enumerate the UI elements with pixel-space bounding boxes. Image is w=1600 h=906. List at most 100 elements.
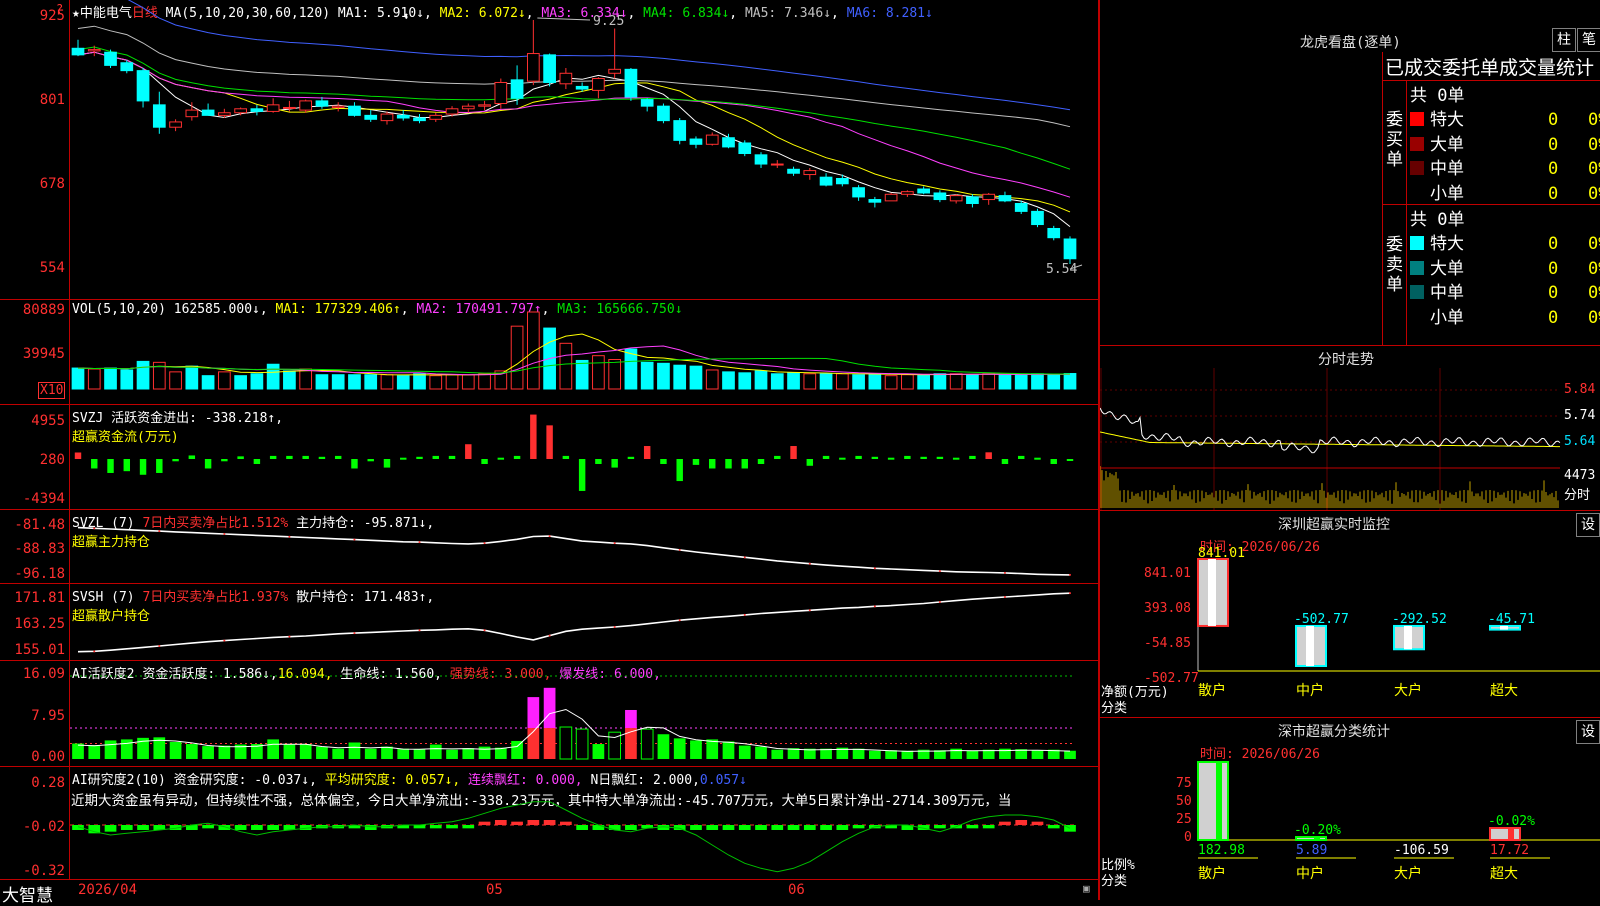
volume-chart[interactable] bbox=[70, 300, 1098, 404]
fund-flow-bar bbox=[595, 459, 602, 464]
fund-flow-bar bbox=[676, 459, 683, 482]
ai-research-tick: -0.02 bbox=[22, 819, 65, 835]
holding-point bbox=[223, 639, 226, 642]
order-stats-tabs[interactable]: 已成交委托单成交量统计 bbox=[1385, 53, 1594, 80]
stats-bar-stripe bbox=[1216, 762, 1222, 840]
volume-bar bbox=[71, 367, 85, 390]
research-bar bbox=[543, 820, 556, 825]
monitor-value: -292.52 bbox=[1392, 612, 1447, 627]
order-color-swatch bbox=[1410, 136, 1424, 151]
price-pane[interactable]: 925 801 678 554 ? ★中能电气日线 MA(5,10,20,30,… bbox=[0, 0, 1098, 300]
ai-active-tick: 7.95 bbox=[31, 708, 65, 724]
research-bar bbox=[999, 821, 1011, 825]
active-bar bbox=[706, 739, 719, 759]
fund-flow-bar bbox=[562, 455, 570, 460]
research-bar bbox=[755, 825, 767, 830]
candle-down bbox=[348, 105, 361, 116]
active-bar bbox=[966, 750, 979, 759]
question-icon[interactable]: ? bbox=[56, 2, 63, 16]
stroke-mode-button[interactable]: 笔 bbox=[1577, 28, 1600, 52]
svsh-chart[interactable] bbox=[70, 584, 1098, 660]
order-row: 中单 0 0% bbox=[1410, 154, 1600, 179]
volume-bar bbox=[526, 311, 540, 390]
strong-bar bbox=[625, 728, 637, 759]
candle-up bbox=[218, 112, 231, 116]
active-bar bbox=[771, 749, 784, 759]
candle-down bbox=[120, 62, 134, 72]
ai-research-chart[interactable] bbox=[70, 767, 1098, 879]
ai-research-pane[interactable]: 0.28 -0.02 -0.32 AI研究度2(10) 资金研究度: -0.03… bbox=[0, 767, 1098, 879]
research-bar bbox=[690, 825, 702, 830]
monitor-category: 大户 bbox=[1394, 682, 1422, 699]
lock-icon[interactable]: ▣ bbox=[1083, 882, 1090, 895]
fund-flow-bar bbox=[1066, 459, 1074, 462]
life-line bbox=[77, 708, 1071, 752]
stats-value: 5.89 bbox=[1296, 843, 1327, 858]
order-color-swatch bbox=[1410, 185, 1424, 200]
candle-down bbox=[413, 117, 426, 122]
fund-flow-bar bbox=[416, 456, 423, 460]
active-bar bbox=[413, 749, 426, 759]
candle-up bbox=[478, 104, 491, 107]
research-bar bbox=[1031, 821, 1044, 825]
intraday-title: 分时走势 bbox=[1318, 352, 1374, 368]
holding-point bbox=[808, 609, 811, 612]
intraday-panel[interactable]: 分时走势 5.84 5.74 5.64 4473 分时 bbox=[1099, 346, 1600, 511]
svzj-pane[interactable]: 4955 280 -4394 SVZJ 活跃资金进出: -338.218↑, 超… bbox=[0, 405, 1098, 510]
ai-active-tick: 0.00 bbox=[31, 749, 65, 765]
active-bar bbox=[348, 742, 361, 759]
candle-up bbox=[266, 104, 280, 112]
order-color-swatch bbox=[1410, 285, 1424, 299]
research-bar bbox=[494, 820, 507, 825]
order-color-swatch bbox=[1410, 112, 1424, 126]
fund-flow-bar bbox=[660, 459, 667, 464]
order-pct: 0% bbox=[1588, 283, 1600, 303]
order-row: 特大 0 0% bbox=[1410, 229, 1600, 254]
intraday-chart[interactable] bbox=[1100, 368, 1600, 510]
intraday-tab[interactable]: 分时 bbox=[1564, 484, 1590, 503]
holding-point bbox=[613, 542, 616, 545]
volume-bar bbox=[120, 369, 134, 390]
candle-down bbox=[396, 114, 410, 119]
bar-mode-button[interactable]: 柱 bbox=[1552, 28, 1576, 52]
research-bar bbox=[429, 825, 442, 829]
candle-down bbox=[852, 187, 865, 198]
volume-bar bbox=[770, 373, 784, 390]
research-bar bbox=[560, 821, 572, 825]
candlestick-chart[interactable]: ⬍ bbox=[70, 0, 1098, 299]
active-bar bbox=[722, 741, 735, 759]
holding-point bbox=[158, 530, 161, 533]
fund-flow-bar bbox=[91, 459, 98, 469]
svsh-pane[interactable]: 171.81 163.25 155.01 SVSH (7) 7日内买卖净占比1.… bbox=[0, 584, 1098, 661]
research-bar bbox=[234, 825, 247, 830]
order-pct: 0% bbox=[1588, 234, 1600, 254]
candle-up bbox=[705, 134, 719, 145]
candle-down bbox=[543, 54, 556, 83]
active-bar bbox=[267, 739, 280, 759]
intraday-volume-label: 4473 bbox=[1564, 468, 1596, 483]
svzl-chart[interactable] bbox=[70, 510, 1098, 583]
ai-active-chart[interactable] bbox=[70, 661, 1098, 766]
candle-down bbox=[787, 168, 800, 174]
fund-flow-bar bbox=[790, 446, 797, 460]
candle-up bbox=[445, 108, 459, 115]
ai-active-pane[interactable]: 16.09 7.95 0.00 AI活跃度2 资金活跃度: 1.586↓,16.… bbox=[0, 661, 1098, 767]
fund-flow-bar bbox=[156, 459, 163, 473]
volume-bar bbox=[461, 374, 475, 390]
svzj-chart[interactable] bbox=[70, 405, 1098, 509]
volume-bar bbox=[933, 373, 947, 390]
volume-bar bbox=[478, 373, 491, 390]
svzl-pane[interactable]: -81.48 -88.83 -96.18 SVZL (7) 7日内买卖净占比1.… bbox=[0, 510, 1098, 584]
active-bar bbox=[478, 746, 491, 759]
candle-down bbox=[998, 195, 1012, 202]
order-label: 中单 bbox=[1430, 283, 1464, 303]
volume-bar bbox=[413, 373, 426, 390]
volume-bar bbox=[1031, 373, 1044, 390]
dragon-tiger-title: 龙虎看盘(逐单) bbox=[1300, 35, 1401, 51]
fund-flow-bar bbox=[188, 455, 196, 460]
volume-bar bbox=[998, 374, 1012, 390]
fund-flow-bar bbox=[1001, 459, 1009, 464]
volume-pane[interactable]: 80889 39945 X10 VOL(5,10,20) 162585.000↓… bbox=[0, 300, 1098, 405]
order-color-swatch bbox=[1410, 161, 1424, 175]
candle-down bbox=[315, 100, 329, 107]
